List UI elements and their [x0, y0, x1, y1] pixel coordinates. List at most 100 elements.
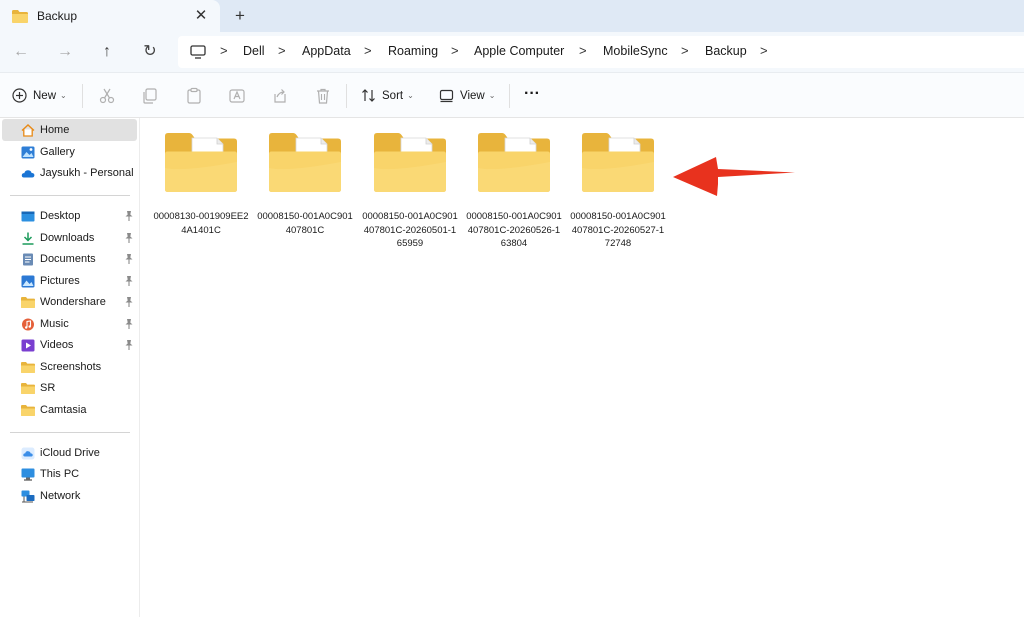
- breadcrumb-dell[interactable]: Dell: [243, 44, 265, 58]
- sort-label: Sort: [382, 89, 404, 102]
- red-arrow-annotation: [673, 157, 795, 196]
- plus-circle-icon: [12, 88, 27, 103]
- folder-item[interactable]: 00008150-001A0C901407801C-20260526-16380…: [466, 132, 562, 252]
- pin-icon[interactable]: [124, 232, 134, 244]
- gallery-icon: [21, 146, 35, 159]
- chevron-down-icon: ⌄: [407, 91, 414, 100]
- this-pc-icon: [21, 468, 35, 481]
- paste-icon[interactable]: [185, 87, 203, 105]
- sidebar-item-screenshots[interactable]: Screenshots: [0, 356, 137, 378]
- breadcrumb-separator[interactable]: >: [451, 43, 459, 58]
- sidebar-item-gallery[interactable]: Gallery: [0, 141, 137, 163]
- pin-icon[interactable]: [124, 275, 134, 287]
- copy-icon[interactable]: [141, 87, 159, 105]
- breadcrumb-backup[interactable]: Backup: [705, 44, 747, 58]
- sidebar-item-this-pc[interactable]: This PC: [0, 463, 137, 485]
- breadcrumb-separator[interactable]: >: [220, 43, 228, 58]
- file-explorer-window: Backup ✕ + ← → ↑ ↻ > Dell > AppData > Ro…: [0, 0, 1024, 617]
- folder-icon: [12, 10, 28, 23]
- sidebar-item-music[interactable]: Music: [0, 313, 137, 335]
- sidebar-item-network[interactable]: Network: [0, 485, 137, 507]
- up-button[interactable]: ↑: [96, 42, 118, 62]
- cut-icon[interactable]: [98, 87, 116, 105]
- refresh-button[interactable]: ↻: [139, 42, 161, 62]
- sidebar-item-label: Gallery: [40, 146, 75, 158]
- close-tab-icon[interactable]: ✕: [193, 8, 209, 24]
- folder-name: 00008150-001A0C901407801C-20260526-16380…: [466, 211, 562, 249]
- pin-icon[interactable]: [124, 339, 134, 351]
- more-options-button[interactable]: ···: [524, 85, 540, 103]
- navigation-pane: Home Gallery Jaysukh - Personal Desktop: [0, 118, 140, 617]
- breadcrumb-roaming[interactable]: Roaming: [388, 44, 438, 58]
- sidebar-item-label: Home: [40, 124, 70, 136]
- sidebar-item-pictures[interactable]: Pictures: [0, 270, 137, 292]
- sidebar-item-label: Documents: [40, 253, 96, 265]
- new-tab-button[interactable]: +: [232, 7, 248, 25]
- folder-icon: [21, 296, 35, 309]
- videos-icon: [21, 339, 35, 352]
- sidebar-item-label: Camtasia: [40, 404, 87, 416]
- large-folder-icon: [478, 133, 550, 192]
- folder-name: 00008150-001A0C901407801C: [257, 211, 353, 236]
- address-bar[interactable]: > Dell > AppData > Roaming > Apple Compu…: [178, 36, 1024, 68]
- pin-icon[interactable]: [124, 318, 134, 330]
- share-icon[interactable]: [271, 87, 289, 105]
- breadcrumb-separator[interactable]: >: [364, 43, 372, 58]
- sidebar-item-label: iCloud Drive: [40, 447, 100, 459]
- delete-icon[interactable]: [314, 87, 332, 105]
- pin-icon[interactable]: [124, 210, 134, 222]
- sidebar-item-onedrive[interactable]: Jaysukh - Personal: [0, 162, 137, 184]
- folder-name: 00008150-001A0C901407801C-20260527-17274…: [570, 211, 666, 249]
- rename-icon[interactable]: [228, 87, 246, 105]
- navigation-bar: ← → ↑ ↻ > Dell > AppData > Roaming > App…: [0, 32, 1024, 72]
- breadcrumb-mobilesync[interactable]: MobileSync: [603, 44, 668, 58]
- back-button[interactable]: ←: [10, 42, 32, 62]
- sidebar-item-label: Music: [40, 318, 69, 330]
- large-folder-icon: [165, 133, 237, 192]
- view-button[interactable]: View ⌄: [439, 88, 495, 103]
- folder-item[interactable]: 00008150-001A0C901407801C-20260527-17274…: [570, 132, 666, 252]
- monitor-icon[interactable]: [190, 45, 206, 59]
- sidebar-divider: [10, 432, 130, 433]
- pin-icon[interactable]: [124, 253, 134, 265]
- sidebar-item-wondershare[interactable]: Wondershare: [0, 291, 137, 313]
- folder-item[interactable]: 00008150-001A0C901407801C-20260501-16595…: [362, 132, 458, 252]
- new-button[interactable]: New ⌄: [12, 88, 67, 103]
- sidebar-item-icloud-drive[interactable]: iCloud Drive: [0, 442, 137, 464]
- large-folder-icon: [582, 133, 654, 192]
- sidebar-item-videos[interactable]: Videos: [0, 334, 137, 356]
- sidebar-item-label: Network: [40, 490, 81, 502]
- pictures-icon: [21, 275, 35, 288]
- folder-item[interactable]: 00008150-001A0C901407801C: [257, 132, 353, 252]
- folder-icon: [21, 382, 35, 395]
- sidebar-item-home[interactable]: Home: [2, 119, 137, 141]
- breadcrumb-apple-computer[interactable]: Apple Computer: [474, 44, 564, 58]
- folder-content-area: 00008130-001909EE24A1401C 00008150-001A0…: [141, 118, 1024, 617]
- view-icon: [439, 88, 454, 103]
- documents-icon: [21, 253, 35, 266]
- folder-icon: [21, 404, 35, 417]
- breadcrumb-separator[interactable]: >: [579, 43, 587, 58]
- sidebar-item-label: Desktop: [40, 210, 81, 222]
- network-icon: [21, 490, 35, 503]
- sidebar-item-label: Pictures: [40, 275, 80, 287]
- large-folder-icon: [269, 133, 341, 192]
- icloud-icon: [21, 447, 35, 460]
- chevron-down-icon: ⌄: [60, 91, 67, 100]
- sidebar-item-desktop[interactable]: Desktop: [0, 205, 137, 227]
- pin-icon[interactable]: [124, 296, 134, 308]
- breadcrumb-separator[interactable]: >: [760, 43, 768, 58]
- folder-item[interactable]: 00008130-001909EE24A1401C: [153, 132, 249, 252]
- tab-backup[interactable]: Backup: [0, 0, 220, 32]
- sidebar-item-downloads[interactable]: Downloads: [0, 227, 137, 249]
- sidebar-item-documents[interactable]: Documents: [0, 248, 137, 270]
- sidebar-item-camtasia[interactable]: Camtasia: [0, 399, 137, 421]
- sort-button[interactable]: Sort ⌄: [361, 88, 414, 103]
- desktop-icon: [21, 210, 35, 223]
- sidebar-item-sr[interactable]: SR: [0, 377, 137, 399]
- breadcrumb-separator[interactable]: >: [278, 43, 286, 58]
- breadcrumb-appdata[interactable]: AppData: [302, 44, 351, 58]
- home-icon: [21, 123, 35, 137]
- forward-button[interactable]: →: [54, 42, 76, 62]
- breadcrumb-separator[interactable]: >: [681, 43, 689, 58]
